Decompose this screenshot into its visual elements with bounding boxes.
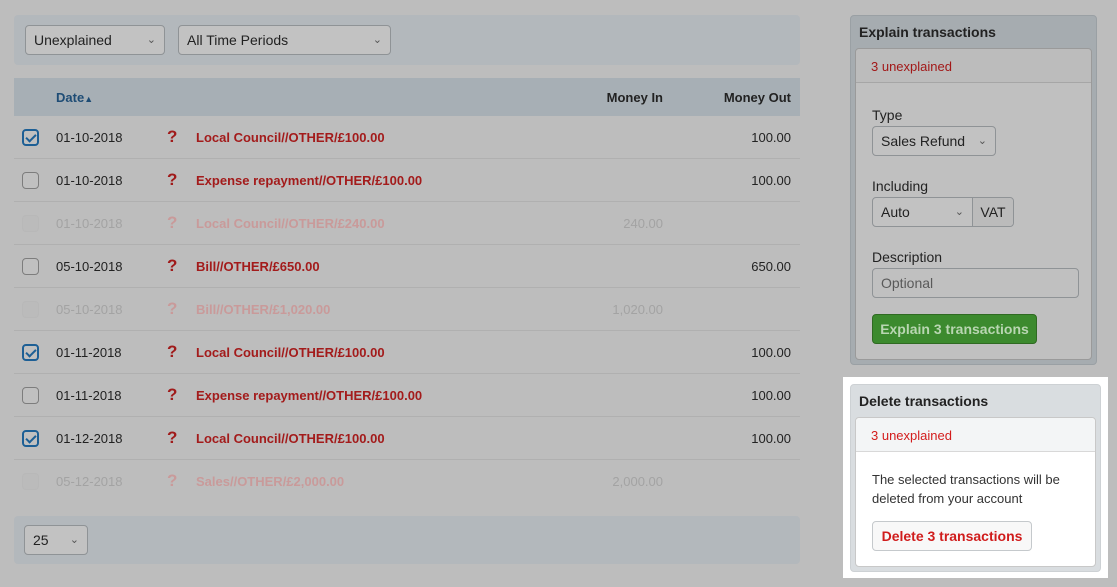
table-row: 01-10-2018? Local Council//OTHER/£240.00 2… bbox=[14, 202, 800, 245]
type-label: Type bbox=[872, 107, 903, 123]
chevron-down-icon: ⌄ bbox=[146, 34, 156, 46]
unexplained-question-icon: ? bbox=[167, 385, 178, 404]
column-header-money-in: Money In bbox=[606, 90, 663, 105]
row-checkbox[interactable] bbox=[22, 387, 39, 404]
row-checkbox[interactable] bbox=[22, 129, 39, 146]
vat-addon-label: VAT bbox=[973, 198, 1013, 226]
row-money-in: 2,000.00 bbox=[612, 474, 663, 489]
period-filter-value: All Time Periods bbox=[187, 32, 289, 48]
table-row: 01-10-2018? Expense repayment//OTHER/£100… bbox=[14, 159, 800, 202]
row-checkbox[interactable] bbox=[22, 172, 39, 189]
unexplained-question-icon: ? bbox=[167, 299, 178, 318]
row-description-link[interactable]: Expense repayment//OTHER/£100.00 bbox=[196, 388, 422, 403]
row-date: 01-11-2018 bbox=[56, 388, 122, 403]
pagination-bar: 25 ⌄ bbox=[14, 516, 800, 564]
status-filter-value: Unexplained bbox=[34, 32, 112, 48]
table-row: 01-11-2018? Expense repayment//OTHER/£100… bbox=[14, 374, 800, 417]
table-row: 05-10-2018? Bill//OTHER/£650.00 650.00 bbox=[14, 245, 800, 288]
delete-transactions-button[interactable]: Delete 3 transactions bbox=[872, 521, 1032, 551]
description-label: Description bbox=[872, 249, 943, 265]
unexplained-question-icon: ? bbox=[167, 471, 178, 490]
row-description-link[interactable]: Local Council//OTHER/£100.00 bbox=[196, 431, 385, 446]
row-money-in: 240.00 bbox=[623, 216, 663, 231]
explain-panel-body: 3 unexplained Type Sales Refund ⌄ Includ… bbox=[855, 48, 1092, 360]
column-header-money-out: Money Out bbox=[723, 90, 791, 105]
sort-ascending-icon: ▲ bbox=[84, 94, 94, 104]
row-money-out: 100.00 bbox=[751, 431, 791, 446]
unexplained-question-icon: ? bbox=[167, 213, 178, 232]
table-row: 05-10-2018? Bill//OTHER/£1,020.00 1,020.00 bbox=[14, 288, 800, 331]
row-description-link[interactable]: Local Council//OTHER/£100.00 bbox=[196, 130, 385, 145]
row-checkbox[interactable] bbox=[22, 430, 39, 447]
row-checkbox bbox=[22, 215, 39, 232]
type-select[interactable]: Sales Refund ⌄ bbox=[872, 126, 996, 156]
status-filter-select[interactable]: Unexplained ⌄ bbox=[25, 25, 165, 55]
row-description-link[interactable]: Expense repayment//OTHER/£100.00 bbox=[196, 173, 422, 188]
row-date: 01-12-2018 bbox=[56, 431, 123, 446]
per-page-select[interactable]: 25 ⌄ bbox=[24, 525, 88, 555]
transactions-table: Date▲ Money In Money Out 01-10-2018? Loca… bbox=[14, 78, 800, 503]
row-money-out: 650.00 bbox=[751, 259, 791, 274]
filter-bar: Unexplained ⌄ All Time Periods ⌄ bbox=[14, 15, 800, 65]
row-description-link: Bill//OTHER/£1,020.00 bbox=[196, 302, 331, 317]
row-date: 05-10-2018 bbox=[56, 259, 123, 274]
including-label: Including bbox=[872, 178, 929, 194]
explain-transactions-panel: Explain transactions 3 unexplained Type … bbox=[850, 15, 1097, 365]
explain-unexplained-count: 3 unexplained bbox=[856, 49, 1091, 83]
explain-transactions-button[interactable]: Explain 3 transactions bbox=[872, 314, 1037, 344]
row-date: 01-10-2018 bbox=[56, 130, 123, 145]
delete-transactions-panel: Delete transactions 3 unexplained The se… bbox=[850, 384, 1101, 572]
chevron-down-icon: ⌄ bbox=[372, 34, 382, 46]
unexplained-question-icon: ? bbox=[167, 170, 178, 189]
row-date: 05-12-2018 bbox=[56, 474, 123, 489]
row-date: 01-11-2018 bbox=[56, 345, 122, 360]
including-vat-group: Auto ⌄ VAT bbox=[872, 197, 1014, 227]
row-date: 05-10-2018 bbox=[56, 302, 123, 317]
table-row: 01-10-2018? Local Council//OTHER/£100.00 1… bbox=[14, 116, 800, 159]
unexplained-question-icon: ? bbox=[167, 342, 178, 361]
delete-panel-title: Delete transactions bbox=[859, 393, 989, 409]
type-select-value: Sales Refund bbox=[881, 133, 966, 149]
unexplained-question-icon: ? bbox=[167, 256, 178, 275]
table-header: Date▲ Money In Money Out bbox=[14, 78, 800, 116]
chevron-down-icon: ⌄ bbox=[954, 206, 964, 218]
row-checkbox[interactable] bbox=[22, 258, 39, 275]
table-row: 01-12-2018? Local Council//OTHER/£100.00 1… bbox=[14, 417, 800, 460]
row-money-in: 1,020.00 bbox=[612, 302, 663, 317]
table-body: 01-10-2018? Local Council//OTHER/£100.00 1… bbox=[14, 116, 800, 503]
per-page-value: 25 bbox=[33, 532, 49, 548]
explain-panel-title: Explain transactions bbox=[859, 24, 996, 40]
row-checkbox bbox=[22, 473, 39, 490]
row-description-link[interactable]: Local Council//OTHER/£100.00 bbox=[196, 345, 385, 360]
including-select[interactable]: Auto ⌄ bbox=[873, 198, 973, 226]
row-description-link: Local Council//OTHER/£240.00 bbox=[196, 216, 385, 231]
row-checkbox bbox=[22, 301, 39, 318]
unexplained-question-icon: ? bbox=[167, 428, 178, 447]
including-select-value: Auto bbox=[881, 204, 910, 220]
delete-unexplained-count: 3 unexplained bbox=[856, 418, 1095, 452]
period-filter-select[interactable]: All Time Periods ⌄ bbox=[178, 25, 391, 55]
row-date: 01-10-2018 bbox=[56, 216, 123, 231]
table-row: 01-11-2018? Local Council//OTHER/£100.00 1… bbox=[14, 331, 800, 374]
row-description-link: Sales//OTHER/£2,000.00 bbox=[196, 474, 345, 489]
delete-warning-text: The selected transactions will be delete… bbox=[872, 472, 1060, 506]
row-money-out: 100.00 bbox=[751, 345, 791, 360]
delete-panel-body: 3 unexplained The selected transactions … bbox=[855, 417, 1096, 567]
row-date: 01-10-2018 bbox=[56, 173, 123, 188]
chevron-down-icon: ⌄ bbox=[977, 135, 987, 147]
description-input[interactable] bbox=[872, 268, 1079, 298]
table-row: 05-12-2018? Sales//OTHER/£2,000.00 2,000.0… bbox=[14, 460, 800, 503]
column-header-date[interactable]: Date▲ bbox=[56, 90, 93, 105]
row-money-out: 100.00 bbox=[751, 388, 791, 403]
unexplained-question-icon: ? bbox=[167, 127, 178, 146]
row-description-link[interactable]: Bill//OTHER/£650.00 bbox=[196, 259, 320, 274]
row-money-out: 100.00 bbox=[751, 173, 791, 188]
chevron-down-icon: ⌄ bbox=[69, 534, 79, 546]
row-money-out: 100.00 bbox=[751, 130, 791, 145]
row-checkbox[interactable] bbox=[22, 344, 39, 361]
